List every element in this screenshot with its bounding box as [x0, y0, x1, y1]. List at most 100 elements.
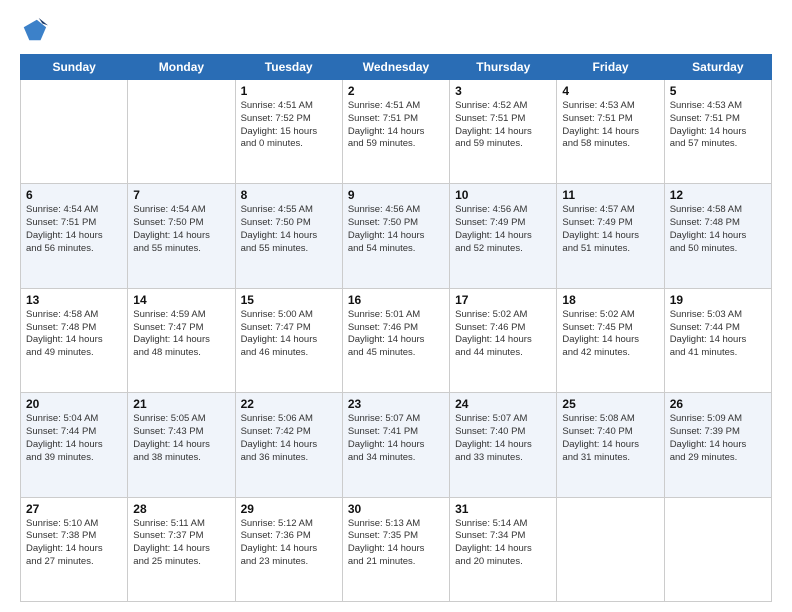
calendar-cell: 30 Sunrise: 5:13 AM Sunset: 7:35 PM Dayli… [342, 497, 449, 601]
week-row-5: 27 Sunrise: 5:10 AM Sunset: 7:38 PM Dayli… [21, 497, 772, 601]
day-number: 6 [26, 188, 122, 202]
day-detail: Sunrise: 4:52 AM Sunset: 7:51 PM Dayligh… [455, 100, 551, 151]
day-detail: Sunrise: 4:55 AM Sunset: 7:50 PM Dayligh… [241, 204, 337, 255]
day-detail: Sunrise: 5:08 AM Sunset: 7:40 PM Dayligh… [562, 413, 658, 464]
calendar-cell [128, 80, 235, 184]
weekday-header-monday: Monday [128, 55, 235, 80]
day-detail: Sunrise: 5:12 AM Sunset: 7:36 PM Dayligh… [241, 518, 337, 569]
day-detail: Sunrise: 5:04 AM Sunset: 7:44 PM Dayligh… [26, 413, 122, 464]
calendar-cell: 20 Sunrise: 5:04 AM Sunset: 7:44 PM Dayli… [21, 393, 128, 497]
day-detail: Sunrise: 5:05 AM Sunset: 7:43 PM Dayligh… [133, 413, 229, 464]
day-number: 23 [348, 397, 444, 411]
day-detail: Sunrise: 5:00 AM Sunset: 7:47 PM Dayligh… [241, 309, 337, 360]
day-number: 28 [133, 502, 229, 516]
day-number: 2 [348, 84, 444, 98]
day-number: 1 [241, 84, 337, 98]
logo-icon [20, 16, 48, 44]
day-detail: Sunrise: 4:53 AM Sunset: 7:51 PM Dayligh… [670, 100, 766, 151]
weekday-header-thursday: Thursday [450, 55, 557, 80]
weekday-header-sunday: Sunday [21, 55, 128, 80]
day-number: 26 [670, 397, 766, 411]
day-detail: Sunrise: 4:58 AM Sunset: 7:48 PM Dayligh… [26, 309, 122, 360]
day-detail: Sunrise: 5:02 AM Sunset: 7:45 PM Dayligh… [562, 309, 658, 360]
weekday-header-tuesday: Tuesday [235, 55, 342, 80]
calendar-cell: 12 Sunrise: 4:58 AM Sunset: 7:48 PM Dayli… [664, 184, 771, 288]
calendar-cell: 26 Sunrise: 5:09 AM Sunset: 7:39 PM Dayli… [664, 393, 771, 497]
calendar-cell: 24 Sunrise: 5:07 AM Sunset: 7:40 PM Dayli… [450, 393, 557, 497]
day-number: 14 [133, 293, 229, 307]
day-detail: Sunrise: 4:58 AM Sunset: 7:48 PM Dayligh… [670, 204, 766, 255]
day-number: 25 [562, 397, 658, 411]
day-number: 15 [241, 293, 337, 307]
calendar-cell: 3 Sunrise: 4:52 AM Sunset: 7:51 PM Daylig… [450, 80, 557, 184]
day-detail: Sunrise: 5:14 AM Sunset: 7:34 PM Dayligh… [455, 518, 551, 569]
day-detail: Sunrise: 4:59 AM Sunset: 7:47 PM Dayligh… [133, 309, 229, 360]
week-row-3: 13 Sunrise: 4:58 AM Sunset: 7:48 PM Dayli… [21, 288, 772, 392]
day-detail: Sunrise: 4:56 AM Sunset: 7:49 PM Dayligh… [455, 204, 551, 255]
day-detail: Sunrise: 4:51 AM Sunset: 7:51 PM Dayligh… [348, 100, 444, 151]
weekday-header-friday: Friday [557, 55, 664, 80]
calendar-cell: 4 Sunrise: 4:53 AM Sunset: 7:51 PM Daylig… [557, 80, 664, 184]
calendar-cell: 13 Sunrise: 4:58 AM Sunset: 7:48 PM Dayli… [21, 288, 128, 392]
day-detail: Sunrise: 4:57 AM Sunset: 7:49 PM Dayligh… [562, 204, 658, 255]
calendar-cell: 21 Sunrise: 5:05 AM Sunset: 7:43 PM Dayli… [128, 393, 235, 497]
day-number: 19 [670, 293, 766, 307]
calendar-cell: 5 Sunrise: 4:53 AM Sunset: 7:51 PM Daylig… [664, 80, 771, 184]
day-number: 7 [133, 188, 229, 202]
calendar-cell: 19Sunrise: 5:03 AM Sunset: 7:44 PM Dayli… [664, 288, 771, 392]
day-detail: Sunrise: 4:54 AM Sunset: 7:50 PM Dayligh… [133, 204, 229, 255]
calendar-cell: 7 Sunrise: 4:54 AM Sunset: 7:50 PM Daylig… [128, 184, 235, 288]
day-number: 27 [26, 502, 122, 516]
week-row-4: 20 Sunrise: 5:04 AM Sunset: 7:44 PM Dayli… [21, 393, 772, 497]
day-number: 24 [455, 397, 551, 411]
calendar-cell: 15 Sunrise: 5:00 AM Sunset: 7:47 PM Dayli… [235, 288, 342, 392]
logo [20, 16, 52, 44]
day-number: 5 [670, 84, 766, 98]
day-number: 11 [562, 188, 658, 202]
calendar-cell: 14 Sunrise: 4:59 AM Sunset: 7:47 PM Dayli… [128, 288, 235, 392]
weekday-header-wednesday: Wednesday [342, 55, 449, 80]
day-number: 30 [348, 502, 444, 516]
day-number: 20 [26, 397, 122, 411]
page: SundayMondayTuesdayWednesdayThursdayFrid… [0, 0, 792, 612]
day-number: 3 [455, 84, 551, 98]
day-number: 4 [562, 84, 658, 98]
calendar-cell: 9 Sunrise: 4:56 AM Sunset: 7:50 PM Daylig… [342, 184, 449, 288]
calendar-cell: 16 Sunrise: 5:01 AM Sunset: 7:46 PM Dayli… [342, 288, 449, 392]
day-number: 10 [455, 188, 551, 202]
day-detail: Sunrise: 5:06 AM Sunset: 7:42 PM Dayligh… [241, 413, 337, 464]
day-detail: Sunrise: 5:07 AM Sunset: 7:40 PM Dayligh… [455, 413, 551, 464]
day-number: 9 [348, 188, 444, 202]
day-detail: Sunrise: 5:07 AM Sunset: 7:41 PM Dayligh… [348, 413, 444, 464]
day-detail: Sunrise: 4:56 AM Sunset: 7:50 PM Dayligh… [348, 204, 444, 255]
calendar-cell: 11 Sunrise: 4:57 AM Sunset: 7:49 PM Dayli… [557, 184, 664, 288]
calendar-cell [557, 497, 664, 601]
calendar-cell: 6Sunrise: 4:54 AM Sunset: 7:51 PM Daylig… [21, 184, 128, 288]
day-number: 21 [133, 397, 229, 411]
calendar-cell: 25 Sunrise: 5:08 AM Sunset: 7:40 PM Dayli… [557, 393, 664, 497]
day-number: 22 [241, 397, 337, 411]
calendar-cell: 2 Sunrise: 4:51 AM Sunset: 7:51 PM Daylig… [342, 80, 449, 184]
header [20, 16, 772, 44]
calendar-cell: 31 Sunrise: 5:14 AM Sunset: 7:34 PM Dayli… [450, 497, 557, 601]
week-row-2: 6Sunrise: 4:54 AM Sunset: 7:51 PM Daylig… [21, 184, 772, 288]
day-detail: Sunrise: 5:09 AM Sunset: 7:39 PM Dayligh… [670, 413, 766, 464]
day-number: 16 [348, 293, 444, 307]
day-detail: Sunrise: 5:13 AM Sunset: 7:35 PM Dayligh… [348, 518, 444, 569]
day-detail: Sunrise: 4:51 AM Sunset: 7:52 PM Dayligh… [241, 100, 337, 151]
calendar-cell: 18 Sunrise: 5:02 AM Sunset: 7:45 PM Dayli… [557, 288, 664, 392]
week-row-1: 1 Sunrise: 4:51 AM Sunset: 7:52 PM Daylig… [21, 80, 772, 184]
day-number: 13 [26, 293, 122, 307]
day-detail: Sunrise: 5:11 AM Sunset: 7:37 PM Dayligh… [133, 518, 229, 569]
day-number: 18 [562, 293, 658, 307]
day-detail: Sunrise: 4:53 AM Sunset: 7:51 PM Dayligh… [562, 100, 658, 151]
calendar-cell [664, 497, 771, 601]
day-number: 31 [455, 502, 551, 516]
calendar-cell [21, 80, 128, 184]
day-number: 29 [241, 502, 337, 516]
day-detail: Sunrise: 5:10 AM Sunset: 7:38 PM Dayligh… [26, 518, 122, 569]
day-detail: Sunrise: 5:01 AM Sunset: 7:46 PM Dayligh… [348, 309, 444, 360]
calendar-cell: 17Sunrise: 5:02 AM Sunset: 7:46 PM Dayli… [450, 288, 557, 392]
day-number: 12 [670, 188, 766, 202]
calendar-cell: 27 Sunrise: 5:10 AM Sunset: 7:38 PM Dayli… [21, 497, 128, 601]
